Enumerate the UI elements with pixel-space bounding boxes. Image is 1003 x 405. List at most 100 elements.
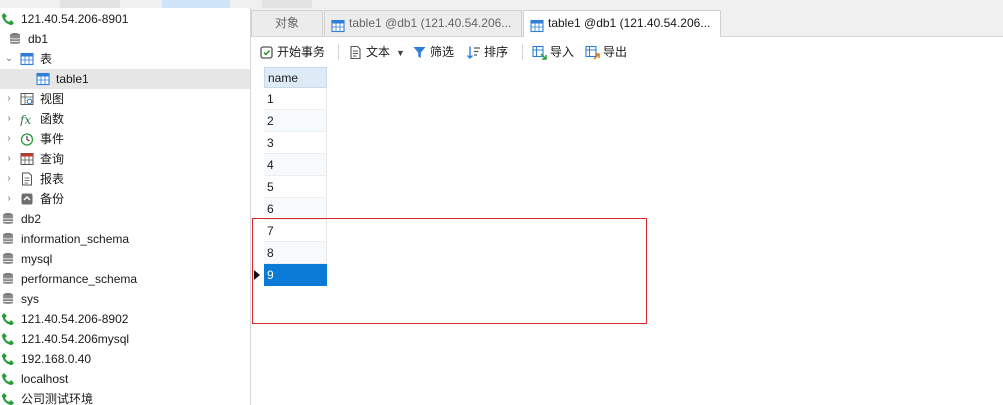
- sidebar-item-label: performance_schema: [21, 272, 138, 286]
- sidebar-item-sys[interactable]: sys: [0, 289, 250, 309]
- expand-down-arrow-icon[interactable]: ⌄: [4, 49, 14, 69]
- sidebar-item-label: 121.40.54.206-8901: [21, 12, 129, 26]
- table-row[interactable]: 4: [264, 154, 327, 176]
- sidebar-item-db1[interactable]: db1: [0, 29, 250, 49]
- event-clock-icon: [20, 132, 34, 146]
- expand-right-arrow-icon[interactable]: ›: [4, 189, 14, 209]
- sidebar-item-[interactable]: › 事件: [0, 129, 250, 149]
- sidebar-item-192-168-0-40[interactable]: 192.168.0.40: [0, 349, 250, 369]
- table-icon: [331, 17, 345, 32]
- data-toolbar: 开始事务 文本 ▼ 筛选 排序 导入 导出: [251, 37, 1003, 68]
- connection-icon: [1, 332, 15, 346]
- tab-bar: 对象 table1 @db1 (121.40.54.206... table1 @d…: [251, 8, 1003, 37]
- export-table-icon: [585, 46, 600, 60]
- database-icon: [1, 292, 15, 306]
- sidebar-item-[interactable]: ⌄ 表: [0, 49, 250, 69]
- sidebar-item-information-schema[interactable]: information_schema: [0, 229, 250, 249]
- sidebar-item-db2[interactable]: db2: [0, 209, 250, 229]
- table-row[interactable]: 9: [264, 264, 327, 286]
- sidebar-item-[interactable]: › 备份: [0, 189, 250, 209]
- sidebar-item-label: 备份: [40, 192, 65, 206]
- connection-icon: [1, 352, 15, 366]
- text-view-button[interactable]: 文本 ▼: [348, 42, 405, 62]
- sidebar-item-table1[interactable]: table1: [0, 69, 250, 89]
- sidebar-item-[interactable]: › 查询: [0, 149, 250, 169]
- expand-right-arrow-icon[interactable]: ›: [4, 169, 14, 189]
- connection-icon: [1, 312, 15, 326]
- sidebar-item-[interactable]: › 视图: [0, 89, 250, 109]
- import-button[interactable]: 导入: [532, 42, 574, 62]
- table-icon: [530, 17, 544, 32]
- sidebar-item-label: information_schema: [21, 232, 130, 246]
- toolbar-divider: [338, 44, 339, 60]
- sidebar-item-label: 192.168.0.40: [21, 352, 92, 366]
- text-view-label: 文本: [366, 45, 391, 59]
- database-icon: [1, 232, 15, 246]
- table-row[interactable]: 6: [264, 198, 327, 220]
- tab-label: 对象: [274, 16, 299, 30]
- table-row[interactable]: 7: [264, 220, 327, 242]
- expand-right-arrow-icon[interactable]: ›: [4, 109, 14, 129]
- chevron-down-icon[interactable]: ▼: [396, 48, 405, 58]
- column-header-name[interactable]: name: [264, 67, 327, 88]
- database-icon: [1, 252, 15, 266]
- tab-table1-1[interactable]: table1 @db1 (121.40.54.206...: [324, 10, 522, 36]
- tab-label: table1 @db1 (121.40.54.206...: [349, 16, 512, 30]
- table-row[interactable]: 1: [264, 88, 327, 110]
- sidebar-item-label: db2: [21, 212, 42, 226]
- sidebar-item-performance-schema[interactable]: performance_schema: [0, 269, 250, 289]
- connection-icon: [1, 372, 15, 386]
- sidebar-item-label: table1: [56, 72, 89, 86]
- sidebar-item-label: 121.40.54.206mysql: [21, 332, 130, 346]
- view-icon: [20, 92, 34, 106]
- table-row[interactable]: 5: [264, 176, 327, 198]
- navigation-sidebar[interactable]: 121.40.54.206-8901 db1 ⌄ 表 table1 › 视图 › fx 函数 › 事件…: [0, 8, 251, 405]
- sort-icon: [467, 46, 480, 60]
- filter-funnel-icon: [413, 47, 426, 59]
- sidebar-item-label: 视图: [40, 92, 65, 106]
- expand-right-arrow-icon[interactable]: ›: [4, 149, 14, 169]
- tab-table1-2[interactable]: table1 @db1 (121.40.54.206...: [523, 10, 721, 37]
- sidebar-item-label: 报表: [40, 172, 65, 186]
- svg-text:fx: fx: [20, 113, 31, 126]
- sidebar-item-label: 查询: [40, 152, 65, 166]
- sidebar-item-121-40-54-206-8901[interactable]: 121.40.54.206-8901: [0, 9, 250, 29]
- sort-button[interactable]: 排序: [466, 42, 508, 62]
- tab-objects[interactable]: 对象: [251, 10, 323, 36]
- connection-icon: [1, 392, 15, 405]
- sidebar-item-[interactable]: › 报表: [0, 169, 250, 189]
- sidebar-item-121-40-54-206mysql[interactable]: 121.40.54.206mysql: [0, 329, 250, 349]
- begin-transaction-label: 开始事务: [277, 45, 326, 59]
- sidebar-item-localhost[interactable]: localhost: [0, 369, 250, 389]
- begin-transaction-button[interactable]: 开始事务: [259, 42, 325, 62]
- report-icon: [20, 172, 34, 186]
- query-icon: [20, 152, 34, 166]
- tab-label: table1 @db1 (121.40.54.206...: [548, 16, 711, 30]
- sort-label: 排序: [484, 45, 509, 59]
- sidebar-item-[interactable]: 公司测试环境: [0, 389, 250, 405]
- export-button[interactable]: 导出: [585, 42, 627, 62]
- transaction-icon: [260, 46, 273, 59]
- table-row[interactable]: 3: [264, 132, 327, 154]
- menu-bar-remnant: [0, 0, 1003, 8]
- database-icon: [8, 32, 22, 46]
- sidebar-item-label: 函数: [40, 112, 65, 126]
- sidebar-item-label: localhost: [21, 372, 69, 386]
- filter-label: 筛选: [430, 45, 455, 59]
- expand-right-arrow-icon[interactable]: ›: [4, 129, 14, 149]
- data-grid[interactable]: name 123456789: [251, 67, 1003, 405]
- table-row[interactable]: 8: [264, 242, 327, 264]
- expand-right-arrow-icon[interactable]: ›: [4, 89, 14, 109]
- database-icon: [1, 212, 15, 226]
- connection-icon: [1, 12, 15, 26]
- backup-icon: [20, 192, 34, 206]
- filter-button[interactable]: 筛选: [412, 42, 454, 62]
- sidebar-item-label: db1: [28, 32, 49, 46]
- database-icon: [1, 272, 15, 286]
- table-row[interactable]: 2: [264, 110, 327, 132]
- text-document-icon: [350, 46, 361, 60]
- sidebar-item-mysql[interactable]: mysql: [0, 249, 250, 269]
- sidebar-item-[interactable]: › fx 函数: [0, 109, 250, 129]
- sidebar-item-121-40-54-206-8902[interactable]: 121.40.54.206-8902: [0, 309, 250, 329]
- sidebar-item-label: sys: [21, 292, 39, 306]
